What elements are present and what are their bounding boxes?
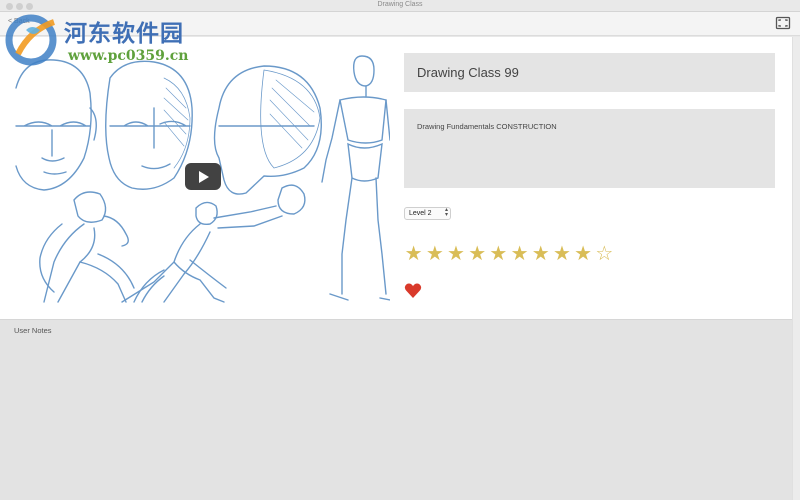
star-filled-icon[interactable]: ★ (403, 242, 424, 266)
star-filled-icon[interactable]: ★ (467, 242, 488, 266)
stepper-arrows-icon: ▴ ▾ (444, 207, 448, 218)
class-description-field[interactable]: Drawing Fundamentals CONSTRUCTION (404, 109, 775, 188)
play-button[interactable] (185, 163, 221, 190)
heart-icon[interactable] (404, 282, 422, 300)
user-notes-area[interactable]: User Notes (0, 319, 792, 500)
star-filled-icon[interactable]: ★ (445, 242, 466, 266)
star-filled-icon[interactable]: ★ (509, 242, 530, 266)
star-empty-icon[interactable]: ☆ (594, 242, 615, 266)
title-bar: Drawing Class (0, 0, 800, 12)
window-title: Drawing Class (377, 1, 423, 8)
star-filled-icon[interactable]: ★ (530, 242, 551, 266)
star-filled-icon[interactable]: ★ (424, 242, 445, 266)
app-window: Drawing Class < Back Drawing Class 99 Dr… (0, 0, 800, 500)
rating-stars[interactable]: ★ ★ ★ ★ ★ ★ ★ ★ ★ ☆ (403, 242, 615, 266)
window-edge (792, 37, 800, 500)
play-icon (199, 171, 209, 183)
fullscreen-icon[interactable] (775, 16, 791, 30)
class-title-field[interactable]: Drawing Class 99 (404, 53, 775, 92)
level-select[interactable]: Level 2 ▴ ▾ (404, 207, 451, 220)
back-button[interactable]: < Back (8, 18, 30, 25)
star-filled-icon[interactable]: ★ (551, 242, 572, 266)
toolbar: < Back (0, 12, 800, 36)
video-player[interactable] (14, 48, 390, 303)
class-detail-panel: Drawing Class 99 Drawing Fundamentals CO… (0, 37, 792, 319)
star-filled-icon[interactable]: ★ (488, 242, 509, 266)
star-filled-icon[interactable]: ★ (573, 242, 594, 266)
user-notes-label: User Notes (14, 326, 52, 335)
level-select-value: Level 2 (409, 210, 432, 217)
